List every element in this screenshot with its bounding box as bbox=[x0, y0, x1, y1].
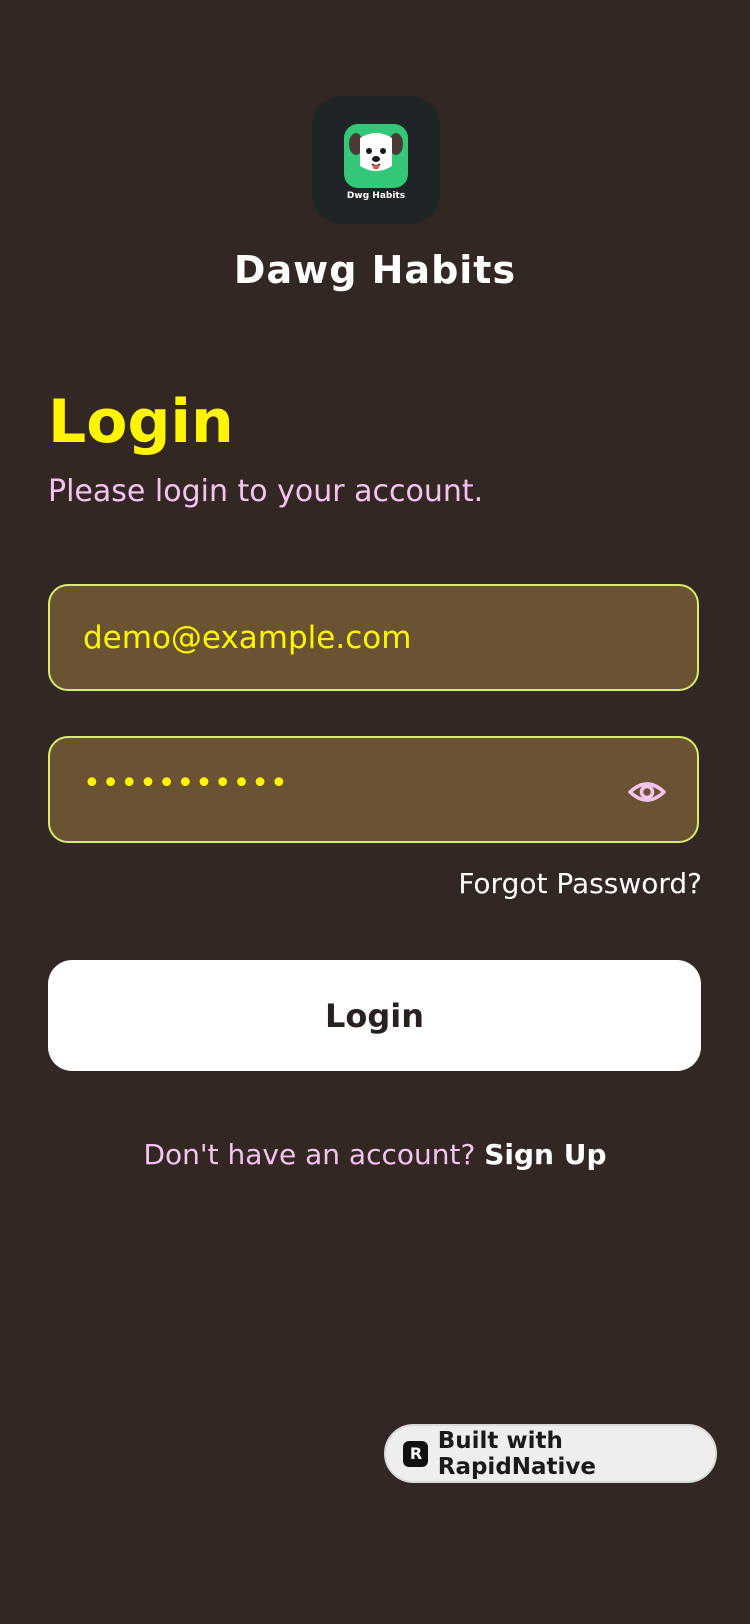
page-title: Login bbox=[48, 387, 234, 457]
signup-row: Don't have an account? Sign Up bbox=[0, 1138, 750, 1171]
login-button[interactable]: Login bbox=[48, 960, 701, 1071]
badge-label: Built with RapidNative bbox=[437, 1427, 597, 1480]
logo-caption: Dwg Habits bbox=[346, 191, 406, 201]
email-value: demo@example.com bbox=[83, 620, 412, 656]
eye-icon[interactable] bbox=[627, 772, 667, 812]
app-logo: Dwg Habits bbox=[312, 96, 440, 224]
signup-prompt: Don't have an account? bbox=[143, 1138, 476, 1171]
page-subtitle: Please login to your account. bbox=[48, 474, 484, 509]
built-with-badge[interactable]: R Built with RapidNative bbox=[384, 1424, 717, 1483]
email-field[interactable]: demo@example.com bbox=[48, 584, 699, 691]
rapidnative-logo-icon: R bbox=[403, 1440, 428, 1467]
app-name: Dawg Habits bbox=[233, 248, 517, 292]
signup-link[interactable]: Sign Up bbox=[484, 1138, 606, 1171]
password-field[interactable]: ••••••••••• bbox=[48, 736, 699, 843]
dog-face-icon bbox=[344, 124, 408, 188]
forgot-password-link[interactable]: Forgot Password? bbox=[458, 867, 702, 900]
password-value: ••••••••••• bbox=[83, 766, 289, 801]
